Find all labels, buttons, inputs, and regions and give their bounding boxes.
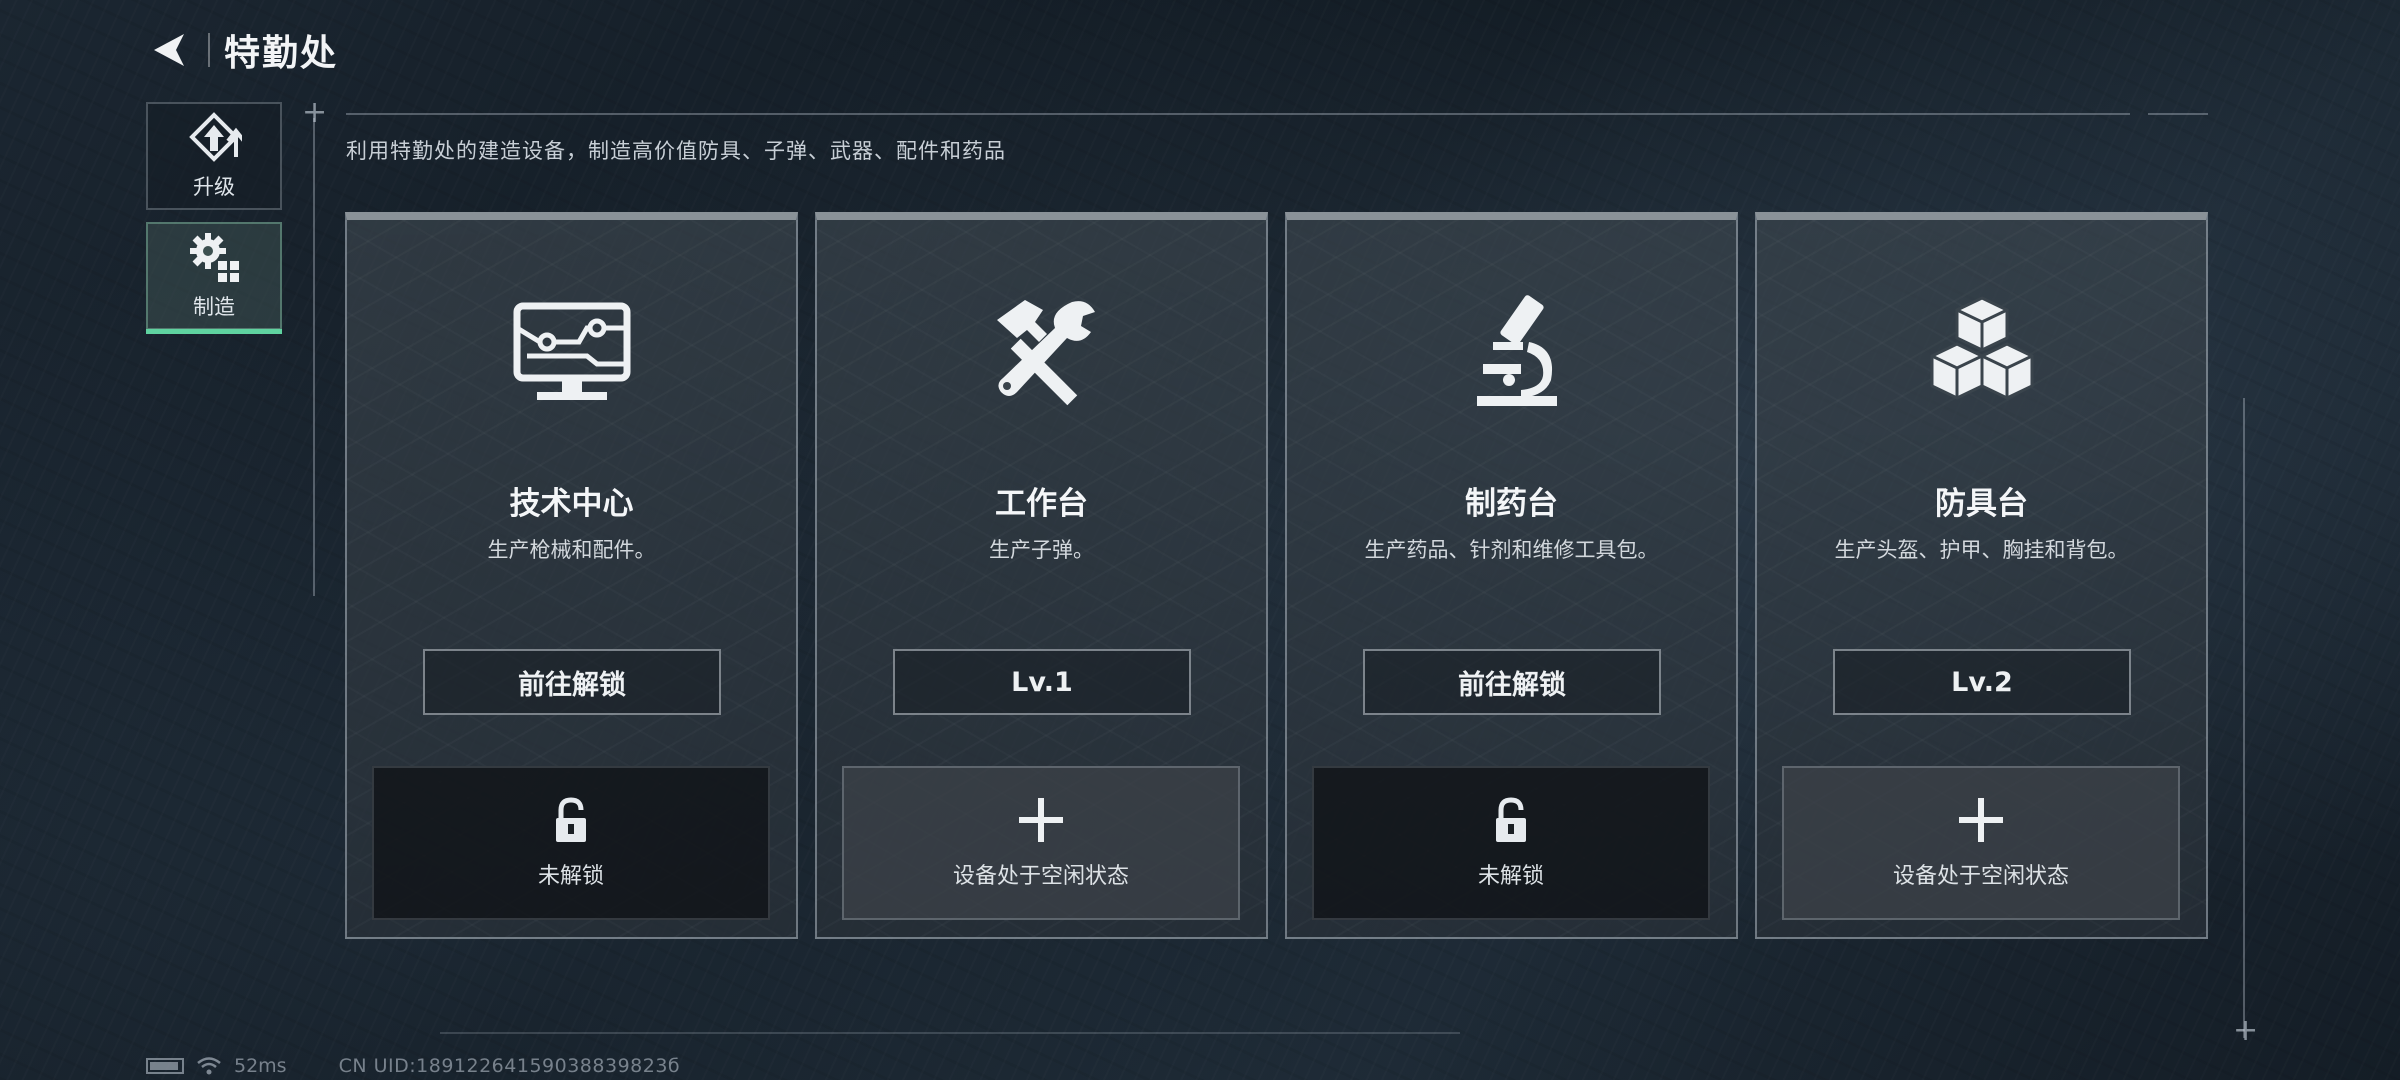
plus-icon xyxy=(1959,798,2003,842)
station-desc: 生产子弹。 xyxy=(989,538,1094,562)
nav-item-upgrade[interactable]: 升级 xyxy=(146,102,282,210)
station-name: 防具台 xyxy=(1935,486,2028,522)
microscope-icon xyxy=(1476,295,1557,406)
production-slot[interactable]: 设备处于空闲状态 xyxy=(842,766,1240,920)
level-button[interactable]: Lv.2 xyxy=(1833,649,2131,715)
uid-text: CN UID:18912264159038839823б xyxy=(338,1055,681,1077)
frame-right-line xyxy=(2243,398,2245,1038)
page-subtitle: 利用特勤处的建造设备，制造高价值防具、子弹、武器、配件和药品 xyxy=(346,139,1006,163)
lock-icon xyxy=(1496,797,1526,842)
production-slot[interactable]: 设备处于空闲状态 xyxy=(1782,766,2180,920)
monitor-circuit-icon xyxy=(513,302,630,400)
back-button[interactable] xyxy=(146,26,194,74)
wifi-icon xyxy=(197,1057,221,1075)
production-slot[interactable]: 未解锁 xyxy=(372,766,770,920)
frame-left-line xyxy=(313,118,315,596)
gear-grid-icon xyxy=(190,233,239,282)
back-arrow-icon xyxy=(154,34,184,66)
station-card-tech-center: 技术中心 生产枪械和配件。 前往解锁 未解锁 xyxy=(345,212,798,939)
page-title: 特勤处 xyxy=(224,33,339,74)
frame-bottom-line xyxy=(440,1032,1460,1034)
unlock-button[interactable]: 前往解锁 xyxy=(423,649,721,715)
station-desc: 生产头盔、护甲、胸挂和背包。 xyxy=(1834,538,2129,562)
lock-icon xyxy=(556,797,586,842)
frame-top-line xyxy=(346,113,2130,115)
station-name: 工作台 xyxy=(995,486,1088,522)
slot-label: 未解锁 xyxy=(1477,864,1544,889)
nav-label-upgrade: 升级 xyxy=(193,175,235,199)
boxes-icon xyxy=(1930,296,2033,400)
station-name: 技术中心 xyxy=(509,486,634,522)
side-nav: 升级 制造 xyxy=(146,102,284,342)
frame-top-line-right xyxy=(2148,113,2208,115)
station-card-armor: 防具台 生产头盔、护甲、胸挂和背包。 Lv.2 设备处于空闲状态 xyxy=(1755,212,2208,939)
station-cards: 技术中心 生产枪械和配件。 前往解锁 未解锁 工作台 生产子弹。 Lv.1 设备… xyxy=(345,212,2208,939)
production-slot[interactable]: 未解锁 xyxy=(1312,766,1710,920)
nav-item-craft[interactable]: 制造 xyxy=(146,222,282,334)
header-divider xyxy=(208,33,210,67)
battery-icon xyxy=(146,1058,184,1074)
status-bar: 52ms CN UID:18912264159038839823б xyxy=(146,1055,680,1077)
slot-label: 未解锁 xyxy=(537,864,604,889)
plus-icon xyxy=(1019,798,1063,842)
station-desc: 生产药品、针剂和维修工具包。 xyxy=(1364,538,1659,562)
level-button[interactable]: Lv.1 xyxy=(893,649,1191,715)
station-card-workbench: 工作台 生产子弹。 Lv.1 设备处于空闲状态 xyxy=(815,212,1268,939)
station-name: 制药台 xyxy=(1465,486,1558,522)
unlock-button[interactable]: 前往解锁 xyxy=(1363,649,1661,715)
station-desc: 生产枪械和配件。 xyxy=(487,538,656,562)
header: 特勤处 xyxy=(146,22,338,78)
frame-corner-mark-br: + xyxy=(2233,1013,2259,1048)
upgrade-icon xyxy=(189,112,242,162)
slot-label: 设备处于空闲状态 xyxy=(1892,864,2069,889)
slot-label: 设备处于空闲状态 xyxy=(952,864,1129,889)
station-card-pharmacy: 制药台 生产药品、针剂和维修工具包。 前往解锁 未解锁 xyxy=(1285,212,1738,939)
ping-text: 52ms xyxy=(234,1055,287,1077)
screen: 特勤处 升级 制造 + + 利用特勤处的建造设备，制造高价值防具、子弹、武器、配… xyxy=(0,0,2400,1080)
nav-label-craft: 制造 xyxy=(193,295,235,319)
hammer-wrench-icon xyxy=(996,300,1095,406)
